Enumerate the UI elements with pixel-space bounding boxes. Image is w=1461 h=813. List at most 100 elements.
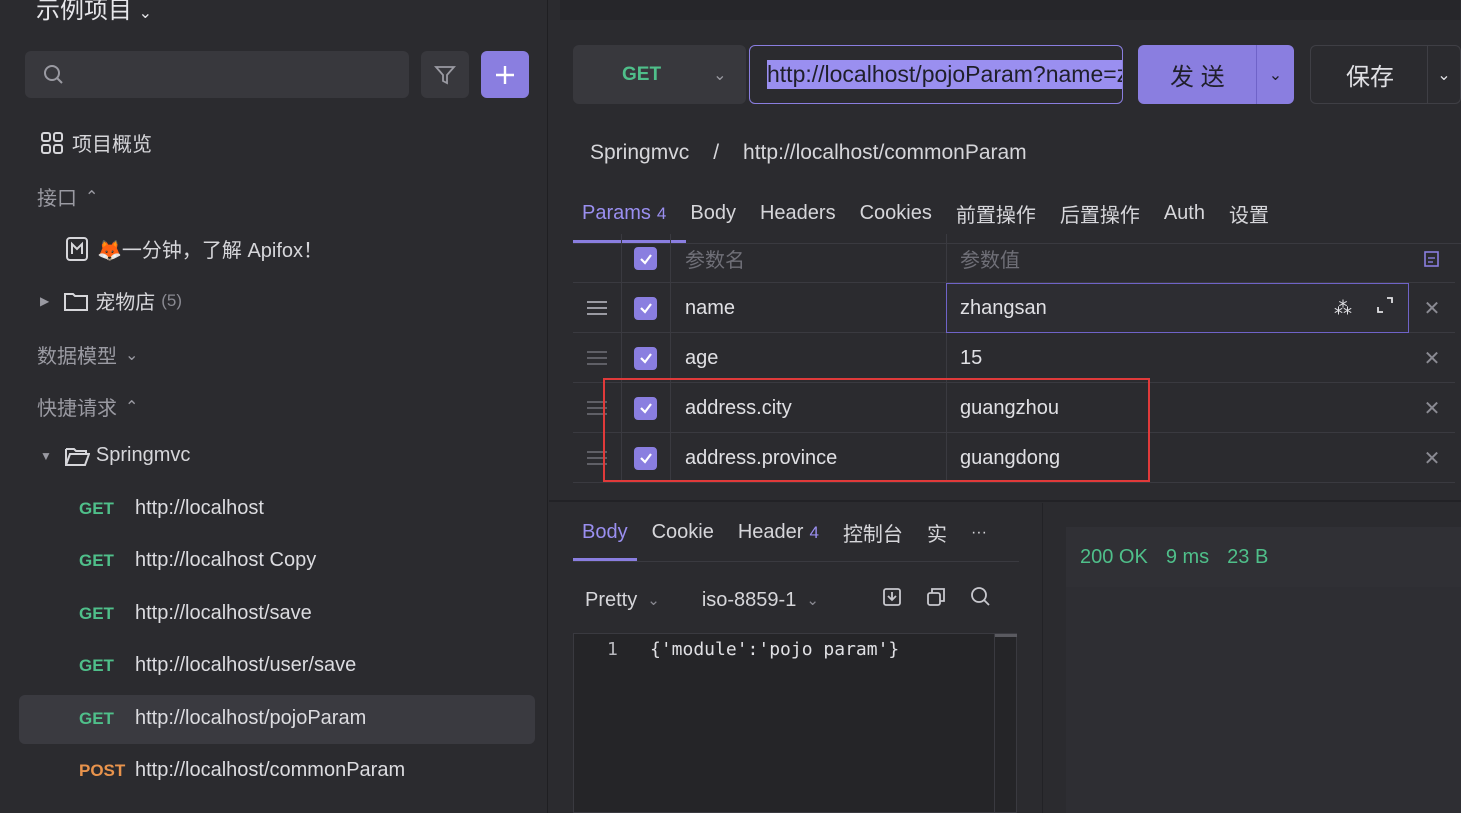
tab-cookies[interactable]: Cookies [860,202,932,225]
section-label: 数据模型 [37,346,117,368]
request-item[interactable]: GET http://localhost/user/save [79,654,356,677]
expand-icon[interactable] [1376,296,1394,320]
tab-headers[interactable]: Headers [760,202,836,225]
response-tabs: Body Cookie Header 4 控制台 实 ··· [582,518,987,547]
send-dropdown[interactable]: ⌄ [1256,45,1294,104]
sidebar-item-overview[interactable]: 项目概览 [40,128,152,157]
folder-pets[interactable]: ▶ 宠物店 (5) [40,286,182,315]
section-interfaces[interactable]: 接口 ⌃ [37,182,98,211]
divider [573,561,1019,562]
param-key[interactable]: name [670,283,946,333]
format-value: Pretty [585,588,638,611]
param-key[interactable]: age [670,333,946,383]
save-dropdown[interactable]: ⌄ [1427,46,1460,103]
chevron-down-icon: ⌄ [125,346,139,364]
method-select[interactable]: GET ⌄ [573,45,746,104]
request-url: http://localhost/pojoParam [135,707,367,729]
format-select[interactable]: Pretty ⌄ [585,589,660,612]
project-title[interactable]: 示例项目 ⌄ [36,0,152,25]
folder-label: Springmvc [95,444,191,466]
bulk-edit-icon[interactable] [1409,234,1455,283]
more-tabs-icon[interactable]: ··· [971,524,987,542]
select-all[interactable] [621,234,669,283]
url-value: http://localhost/pojoParam?name=zhangsan… [767,60,1122,89]
row-checkbox-cell[interactable] [621,283,669,333]
search-icon[interactable] [970,586,992,614]
search-input[interactable] [25,51,409,98]
param-value[interactable]: zhangsan ⁂ [946,283,1409,333]
checkbox[interactable] [634,346,657,370]
section-quick-requests[interactable]: 快捷请求 ⌃ [37,392,138,421]
filter-icon [434,65,456,84]
response-status-bar: 200 OK 9 ms 23 B [1066,527,1461,587]
tab-auth[interactable]: Auth [1164,202,1205,225]
delete-icon[interactable]: ✕ [1409,433,1455,483]
row-checkbox-cell[interactable] [621,333,669,383]
chevron-down-icon: ⌄ [806,592,819,609]
check-icon [639,303,652,314]
save-button[interactable]: 保存 ⌄ [1310,45,1461,104]
tab-params[interactable]: Params 4 [582,202,666,225]
encoding-value: iso-8859-1 [701,588,797,611]
encoding-select[interactable]: iso-8859-1 ⌄ [702,589,819,612]
folder-icon [64,292,89,311]
request-url: http://localhost/user/save [135,654,357,676]
divider [1042,503,1043,813]
section-data-models[interactable]: 数据模型 ⌄ [37,340,138,369]
request-item[interactable]: POST http://localhost/commonParam [79,759,405,782]
checkbox[interactable] [634,296,657,320]
tab-response-cookie[interactable]: Cookie [652,521,714,544]
scrollbar[interactable] [994,634,1017,812]
copy-icon[interactable] [925,586,947,614]
breadcrumb-name[interactable]: http://localhost/commonParam [743,141,1027,165]
request-item[interactable]: GET http://localhost/save [79,602,312,625]
caret-right-icon: ▶ [40,293,50,308]
request-item-active[interactable]: GET http://localhost/pojoParam [79,707,366,730]
sidebar-item-label: 项目概览 [72,134,152,156]
tab-settings[interactable]: 设置 [1229,199,1269,228]
sidebar-item-doc[interactable]: 🦊一分钟，了解 Apifox！ [65,234,323,263]
add-button[interactable] [481,51,529,98]
tab-response-header[interactable]: Header 4 [738,521,819,544]
response-size: 23 B [1227,545,1269,568]
url-input[interactable]: http://localhost/pojoParam?name=zhangsan… [749,45,1123,104]
status-code: 200 OK [1080,545,1148,568]
chevron-up-icon: ⌃ [85,188,99,206]
request-item[interactable]: GET http://localhost [79,497,264,520]
filter-button[interactable] [421,51,469,98]
breadcrumb-folder[interactable]: Springmvc [590,141,689,165]
folder-label: 宠物店 [95,292,156,314]
drag-handle-icon[interactable] [573,333,621,383]
tab-body[interactable]: Body [690,202,736,225]
header-key: 参数名 [670,234,946,283]
method-badge: POST [79,760,126,780]
breadcrumb: Springmvc / http://localhost/commonParam [590,141,1027,165]
param-value-text: zhangsan [960,296,1047,319]
chevron-down-icon: ⌄ [713,66,727,84]
magic-wand-icon[interactable]: ⁂ [1334,298,1352,319]
tab-console[interactable]: 控制台 [843,518,903,547]
delete-icon[interactable]: ✕ [1409,283,1455,333]
method-badge: GET [79,655,114,675]
check-icon [639,253,652,265]
table-row: name zhangsan ⁂ ✕ [573,283,1455,333]
param-value[interactable]: 15 [946,333,1409,383]
delete-icon[interactable]: ✕ [1409,383,1455,433]
request-url: http://localhost [135,497,264,519]
tab-response-body[interactable]: Body [582,521,628,544]
download-icon[interactable] [881,586,903,614]
method-badge: GET [79,708,114,728]
response-code-viewer[interactable] [573,633,1017,813]
drag-handle-icon[interactable] [573,283,621,333]
folder-springmvc[interactable]: ▼ Springmvc [40,444,190,467]
checkbox[interactable] [634,247,657,270]
tab-post-processors[interactable]: 后置操作 [1060,199,1140,228]
request-item[interactable]: GET http://localhost Copy [79,549,316,572]
send-button[interactable]: 发 送 ⌄ [1138,45,1294,104]
tab-pre-processors[interactable]: 前置操作 [956,199,1036,228]
tab-strip [560,0,1460,20]
chevron-down-icon: ⌄ [138,5,153,22]
tab-actual-request[interactable]: 实 [927,518,947,547]
line-number: 1 [607,639,618,660]
delete-icon[interactable]: ✕ [1409,333,1455,383]
